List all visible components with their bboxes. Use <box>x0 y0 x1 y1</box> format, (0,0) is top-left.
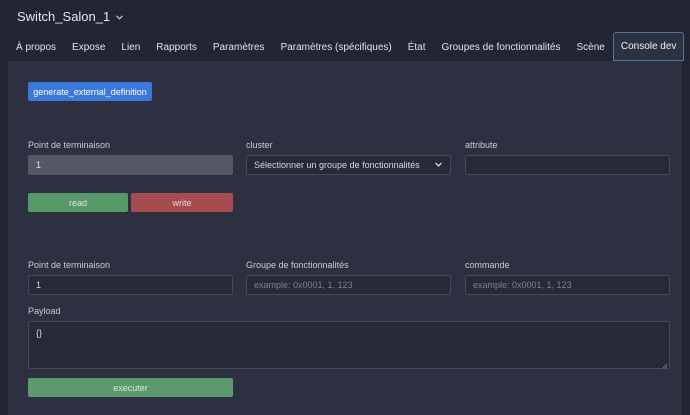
execute-button[interactable]: executer <box>28 378 233 397</box>
cluster-label: cluster <box>246 140 273 150</box>
tab-bar: À propos Expose Lien Rapports Paramètres… <box>8 32 685 61</box>
command-label: commande <box>465 260 510 270</box>
tab-state[interactable]: État <box>400 32 434 61</box>
payload-textarea[interactable]: {} <box>28 321 670 369</box>
attribute-label: attribute <box>465 140 498 150</box>
resize-grip-icon[interactable] <box>662 361 668 369</box>
command-input[interactable]: example: 0x0001, 1, 123 <box>465 275 670 295</box>
tab-settings[interactable]: Paramètres <box>205 32 273 61</box>
write-button[interactable]: write <box>131 193 233 212</box>
endpoint-value: 1 <box>36 160 42 170</box>
command-endpoint-input[interactable]: 1 <box>28 275 233 295</box>
chevron-down-icon[interactable] <box>116 12 124 22</box>
payload-value: {} <box>36 328 43 338</box>
command-endpoint-value: 1 <box>36 280 42 290</box>
tab-specific-settings[interactable]: Paramètres (spécifiques) <box>273 32 400 61</box>
command-cluster-placeholder: example: 0x0001, 1, 123 <box>254 280 353 290</box>
tab-dev-console[interactable]: Console dev <box>612 32 685 61</box>
tab-reports[interactable]: Rapports <box>148 32 205 61</box>
command-placeholder: example: 0x0001, 1, 123 <box>473 280 572 290</box>
chevron-down-icon <box>434 160 443 169</box>
cluster-select[interactable]: Sélectionner un groupe de fonctionnalité… <box>246 155 451 175</box>
command-endpoint-label: Point de terminaison <box>28 260 111 270</box>
device-title-bar[interactable]: Switch_Salon_1 <box>0 0 690 32</box>
tab-clusters[interactable]: Groupes de fonctionnalités <box>434 32 569 61</box>
tab-about[interactable]: À propos <box>8 32 64 61</box>
attribute-input[interactable] <box>465 155 670 175</box>
tab-link[interactable]: Lien <box>113 32 148 61</box>
tab-scene[interactable]: Scène <box>568 32 612 61</box>
payload-label: Payload <box>28 306 61 316</box>
generate-external-definition-button[interactable]: generate_external_definition <box>28 82 152 101</box>
device-title[interactable]: Switch_Salon_1 <box>17 9 110 24</box>
tab-expose[interactable]: Expose <box>64 32 113 61</box>
command-cluster-label: Groupe de fonctionnalités <box>246 260 349 270</box>
read-button[interactable]: read <box>28 193 128 212</box>
cluster-select-value: Sélectionner un groupe de fonctionnalité… <box>254 160 420 170</box>
endpoint-field[interactable]: 1 <box>28 155 233 175</box>
command-cluster-input[interactable]: example: 0x0001, 1, 123 <box>246 275 451 295</box>
endpoint-label: Point de terminaison <box>28 140 111 150</box>
